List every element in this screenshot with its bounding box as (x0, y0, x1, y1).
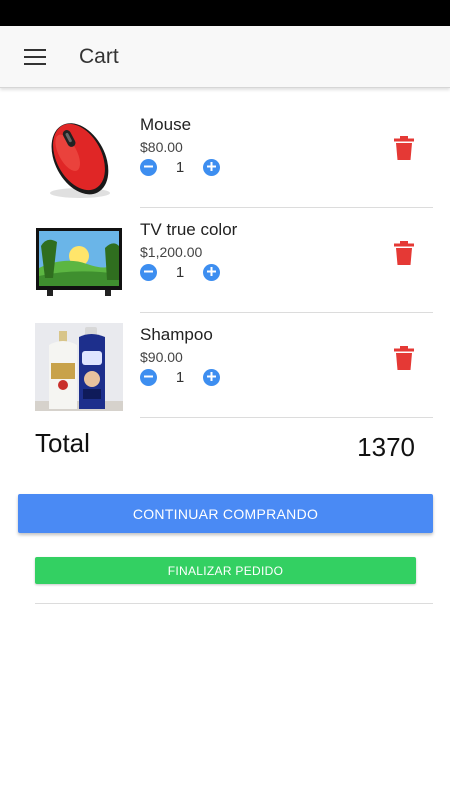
minus-icon (144, 368, 153, 386)
total-value: 1370 (357, 432, 415, 462)
quantity-stepper: 1 (140, 368, 220, 386)
divider (35, 603, 433, 604)
quantity-value: 1 (175, 263, 185, 281)
product-image-tv (35, 218, 123, 306)
increase-quantity-button[interactable] (203, 158, 220, 176)
trash-icon (394, 136, 418, 160)
menu-icon (24, 49, 46, 65)
item-price: $80.00 (140, 139, 183, 155)
item-price: $1,200.00 (140, 244, 203, 260)
decrease-quantity-button[interactable] (140, 368, 157, 386)
quantity-stepper: 1 (140, 263, 220, 281)
delete-item-button[interactable] (394, 136, 418, 162)
product-image-shampoo (35, 323, 123, 411)
trash-icon (394, 241, 418, 265)
quantity-value: 1 (175, 368, 185, 386)
cart-item-mouse: Mouse $80.00 1 (0, 103, 450, 208)
product-image-mouse (35, 113, 123, 201)
item-divider (140, 417, 433, 418)
increase-quantity-button[interactable] (203, 263, 220, 281)
decrease-quantity-button[interactable] (140, 263, 157, 281)
decrease-quantity-button[interactable] (140, 158, 157, 176)
plus-icon (207, 368, 216, 386)
item-price: $90.00 (140, 349, 183, 365)
page-title: Cart (79, 45, 119, 68)
plus-icon (207, 263, 216, 281)
continue-shopping-button[interactable]: CONTINUAR COMPRANDO (18, 494, 433, 533)
status-bar (0, 0, 450, 26)
menu-button[interactable] (16, 39, 54, 75)
minus-icon (144, 263, 153, 281)
increase-quantity-button[interactable] (203, 368, 220, 386)
quantity-value: 1 (175, 158, 185, 176)
delete-item-button[interactable] (394, 346, 418, 372)
cart-item-tv: TV true color $1,200.00 1 (0, 208, 450, 313)
quantity-stepper: 1 (140, 158, 220, 176)
trash-icon (394, 346, 418, 370)
delete-item-button[interactable] (394, 241, 418, 267)
total-label: Total (35, 428, 90, 458)
item-name: Mouse (140, 115, 192, 134)
finalize-order-button[interactable]: FINALIZAR PEDIDO (35, 557, 416, 584)
cart-item-shampoo: Shampoo $90.00 1 (0, 313, 450, 418)
plus-icon (207, 158, 216, 176)
app-toolbar: Cart (0, 26, 450, 88)
minus-icon (144, 158, 153, 176)
item-name: TV true color (140, 220, 238, 239)
item-name: Shampoo (140, 325, 213, 344)
